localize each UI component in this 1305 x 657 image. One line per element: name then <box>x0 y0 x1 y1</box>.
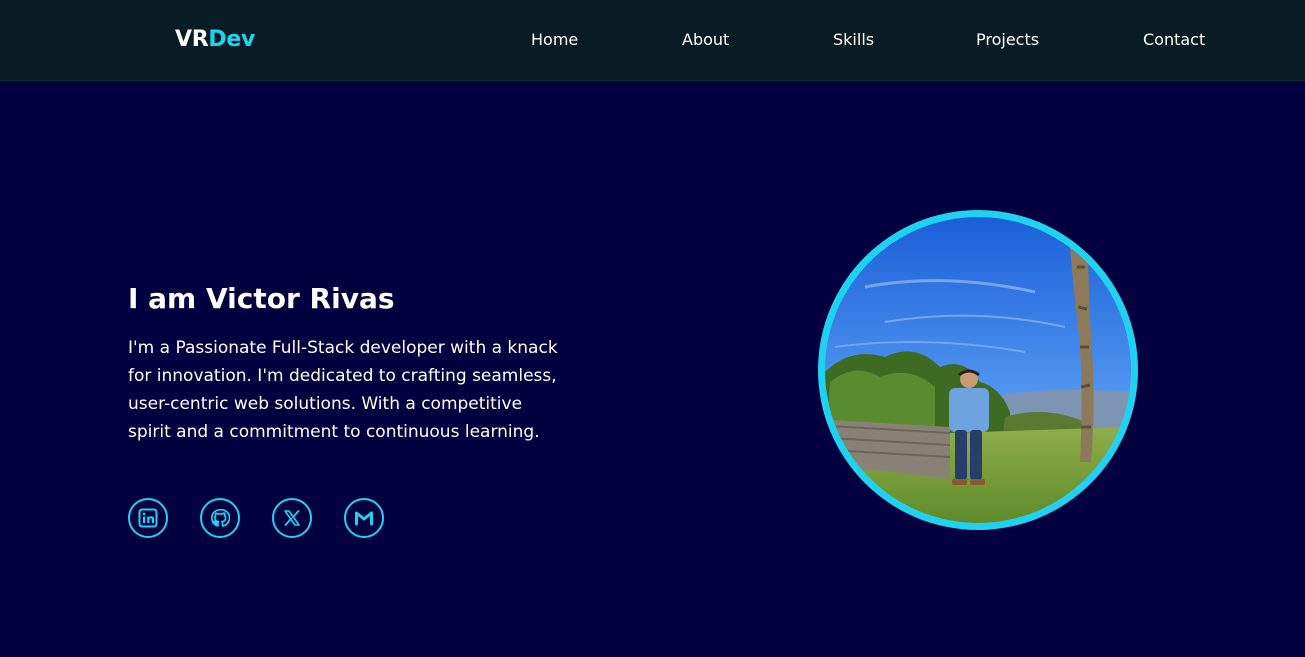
profile-photo-frame <box>818 210 1138 530</box>
social-links <box>128 498 384 538</box>
nav-link-about[interactable]: About <box>682 30 729 50</box>
nav-link-projects[interactable]: Projects <box>976 30 1039 50</box>
x-link[interactable] <box>272 498 312 538</box>
linkedin-link[interactable] <box>128 498 168 538</box>
github-link[interactable] <box>200 498 240 538</box>
linkedin-icon <box>138 508 158 528</box>
gmail-icon <box>354 508 374 528</box>
hero-description: I'm a Passionate Full-Stack developer wi… <box>128 338 558 442</box>
navbar: VRDev Home About Skills Projects Contact <box>0 0 1305 81</box>
github-icon <box>210 508 230 528</box>
brand-primary: VR <box>175 27 209 52</box>
hero-title: I am Victor Rivas <box>128 282 395 315</box>
nav-link-home[interactable]: Home <box>531 30 578 50</box>
brand-accent: Dev <box>208 27 255 52</box>
profile-photo <box>825 217 1131 523</box>
x-icon <box>282 508 302 528</box>
nav-link-skills[interactable]: Skills <box>833 30 874 50</box>
brand-logo[interactable]: VRDev <box>175 26 255 54</box>
nav-link-contact[interactable]: Contact <box>1143 30 1205 50</box>
gmail-link[interactable] <box>344 498 384 538</box>
